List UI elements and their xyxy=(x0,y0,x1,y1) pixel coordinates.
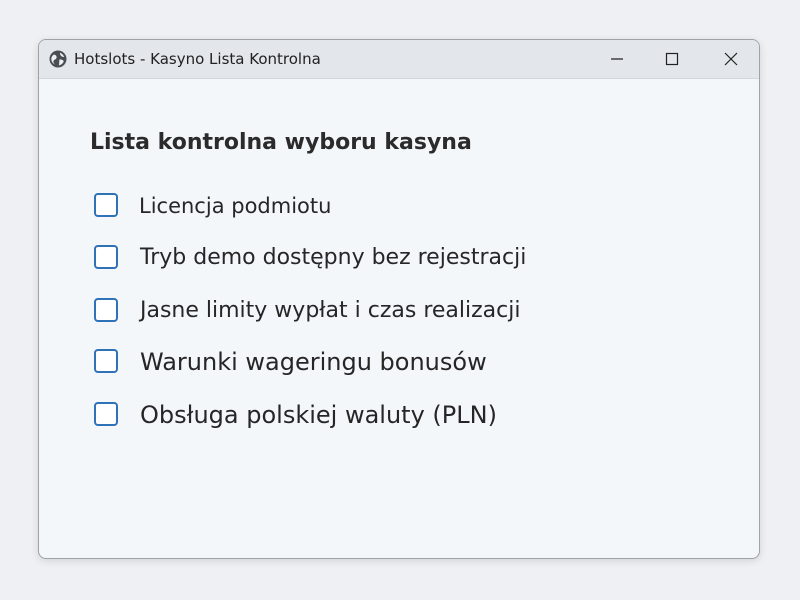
checklist-item-label: Warunki wageringu bonusów xyxy=(140,348,487,376)
app-window: Hotslots - Kasyno Lista Kontrolna Lista … xyxy=(38,39,760,559)
checklist-item-label: Obsługa polskiej waluty (PLN) xyxy=(140,401,497,429)
checkbox[interactable] xyxy=(94,349,118,373)
minimize-icon xyxy=(611,58,623,60)
checkbox[interactable] xyxy=(94,298,118,322)
minimize-button[interactable] xyxy=(591,40,643,78)
window-title: Hotslots - Kasyno Lista Kontrolna xyxy=(74,50,321,68)
checkbox[interactable] xyxy=(94,402,118,426)
globe-icon xyxy=(49,50,67,68)
close-icon xyxy=(724,52,738,66)
checklist-item-label: Jasne limity wypłat i czas realizacji xyxy=(140,298,521,323)
page-title: Lista kontrolna wyboru kasyna xyxy=(90,130,472,155)
maximize-icon xyxy=(665,52,679,66)
window-content: Lista kontrolna wyboru kasyna Licencja p… xyxy=(39,79,759,558)
checklist-item-label: Tryb demo dostępny bez rejestracji xyxy=(140,245,527,270)
checklist-item-label: Licencja podmiotu xyxy=(139,194,332,218)
maximize-button[interactable] xyxy=(646,40,698,78)
checkbox[interactable] xyxy=(94,193,118,217)
checkbox[interactable] xyxy=(94,245,118,269)
title-bar[interactable]: Hotslots - Kasyno Lista Kontrolna xyxy=(39,40,759,79)
close-button[interactable] xyxy=(705,40,757,78)
